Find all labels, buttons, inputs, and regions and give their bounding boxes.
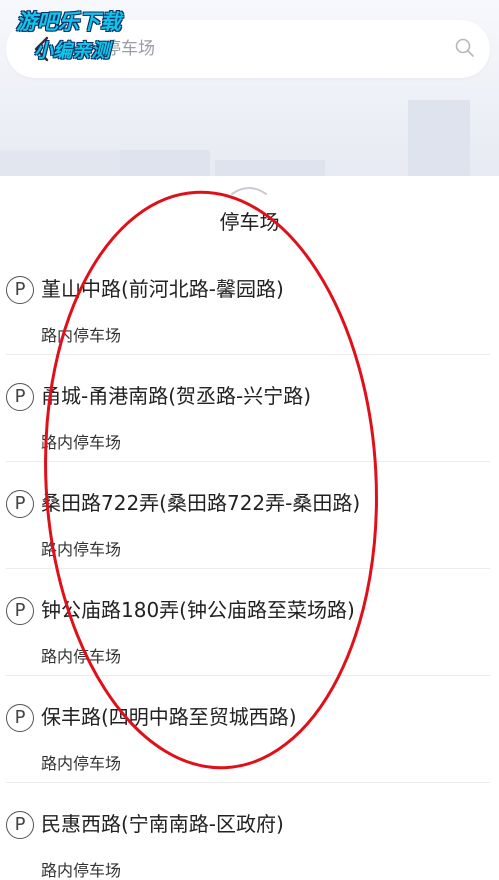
list-item[interactable]: P 保丰路(四明中路至贸城西路) 路内停车场 bbox=[6, 676, 490, 783]
parking-name: 钟公庙路180弄(钟公庙路至菜场路) bbox=[41, 598, 355, 622]
list-item[interactable]: P 堇山中路(前河北路-馨园路) 路内停车场 bbox=[6, 248, 490, 355]
parking-type: 路内停车场 bbox=[41, 433, 122, 452]
drag-handle-icon[interactable] bbox=[228, 184, 270, 196]
list-item[interactable]: P 甬城-甬港南路(贺丞路-兴宁路) 路内停车场 bbox=[6, 355, 490, 462]
list-item[interactable]: P 民惠西路(宁南南路-区政府) 路内停车场 bbox=[6, 783, 490, 880]
parking-type: 路内停车场 bbox=[41, 647, 122, 666]
parking-type: 路内停车场 bbox=[41, 540, 122, 559]
map-building bbox=[120, 150, 210, 176]
parking-name: 堇山中路(前河北路-馨园路) bbox=[41, 277, 284, 301]
map-building bbox=[215, 160, 325, 176]
search-bar[interactable]: 停车场 bbox=[6, 20, 490, 78]
search-query[interactable]: 停车场 bbox=[104, 36, 155, 62]
parking-list: P 堇山中路(前河北路-馨园路) 路内停车场 P 甬城-甬港南路(贺丞路-兴宁路… bbox=[0, 248, 499, 880]
parking-name: 民惠西路(宁南南路-区政府) bbox=[41, 812, 284, 836]
list-item[interactable]: P 桑田路722弄(桑田路722弄-桑田路) 路内停车场 bbox=[6, 462, 490, 569]
parking-icon: P bbox=[6, 597, 34, 625]
parking-name: 甬城-甬港南路(贺丞路-兴宁路) bbox=[41, 384, 312, 408]
parking-name: 保丰路(四明中路至贸城西路) bbox=[41, 705, 297, 729]
results-panel: 停车场 P 堇山中路(前河北路-馨园路) 路内停车场 P 甬城-甬港南路(贺丞路… bbox=[0, 176, 499, 880]
parking-icon: P bbox=[6, 276, 34, 304]
parking-type: 路内停车场 bbox=[41, 754, 122, 773]
parking-name: 桑田路722弄(桑田路722弄-桑田路) bbox=[41, 491, 361, 515]
parking-type: 路内停车场 bbox=[41, 326, 122, 345]
map-building bbox=[0, 150, 120, 176]
parking-icon: P bbox=[6, 383, 34, 411]
parking-icon: P bbox=[6, 811, 34, 839]
parking-icon: P bbox=[6, 704, 34, 732]
parking-icon: P bbox=[6, 490, 34, 518]
back-arrow-icon[interactable] bbox=[28, 34, 58, 64]
search-icon[interactable] bbox=[453, 36, 477, 60]
map-building bbox=[408, 100, 470, 176]
panel-title: 停车场 bbox=[219, 210, 280, 234]
list-item[interactable]: P 钟公庙路180弄(钟公庙路至菜场路) 路内停车场 bbox=[6, 569, 490, 676]
parking-type: 路内停车场 bbox=[41, 861, 122, 880]
